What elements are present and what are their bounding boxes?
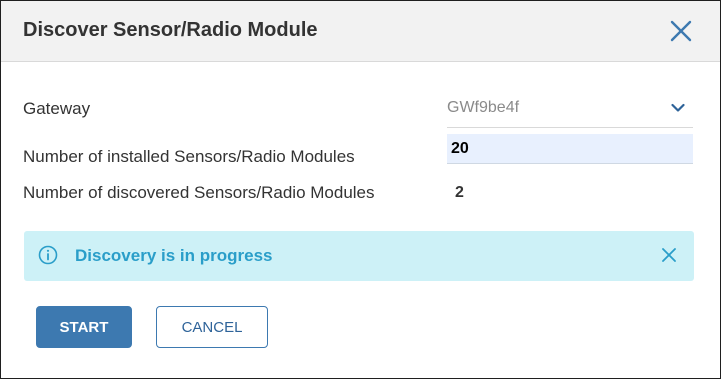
discovered-sensors-label: Number of discovered Sensors/Radio Modul… [23,183,375,202]
discovered-sensors-value: 2 [455,184,464,201]
installed-sensors-input[interactable] [447,134,693,164]
discover-dialog: Discover Sensor/Radio Module Gateway GWf… [0,0,721,379]
close-icon[interactable] [669,19,693,43]
close-icon[interactable] [661,247,677,263]
start-button[interactable]: START [36,306,132,348]
gateway-value: GWf9be4f [447,99,520,116]
cancel-button[interactable]: CANCEL [156,306,268,348]
installed-sensors-label: Number of installed Sensors/Radio Module… [23,147,355,166]
dialog-title: Discover Sensor/Radio Module [23,19,318,41]
chevron-down-icon [671,103,685,112]
gateway-select[interactable]: GWf9be4f [447,91,693,128]
gateway-label: Gateway [23,99,91,118]
discovery-status-alert: Discovery is in progress [24,231,694,281]
info-icon [38,245,58,265]
alert-message: Discovery is in progress [75,246,273,265]
dialog-header: Discover Sensor/Radio Module [1,1,720,62]
